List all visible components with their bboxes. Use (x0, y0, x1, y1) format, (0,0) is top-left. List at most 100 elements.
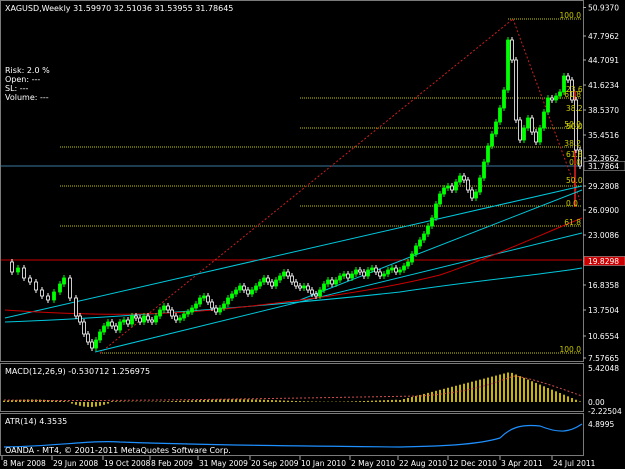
candle-body (302, 285, 306, 289)
chart-window[interactable]: 50.9370 47.7962 44.7091 41.6234 38.5370 35.45… (0, 0, 625, 469)
price-axis-label: 47.7962 (588, 32, 619, 41)
candle-body (370, 267, 374, 271)
price-axis-label: 13.7504 (588, 306, 619, 315)
candle-body (342, 273, 346, 277)
price-chart[interactable]: 50.9370 47.7962 44.7091 41.6234 38.5370 35.45… (0, 0, 625, 469)
candle-body (114, 325, 118, 331)
candle-body (242, 285, 246, 291)
atr-title: ATR(14) 4.3535 (5, 417, 68, 426)
volume-label: Volume: --- (5, 93, 49, 102)
candle-body (238, 285, 242, 291)
candle-body (450, 185, 454, 191)
candle-body (522, 127, 526, 141)
candle-body (102, 325, 106, 333)
candle-body (206, 295, 210, 303)
candle-body (454, 181, 458, 191)
date-axis-label: 31 May 2009 (199, 459, 248, 468)
candle-body (28, 277, 32, 283)
atr-axis-label: 4.8995 (588, 420, 614, 429)
candle-body (218, 307, 222, 313)
candle-body (10, 261, 14, 273)
macd-axis-label: -2.22504 (588, 407, 622, 416)
candle-body (554, 95, 558, 101)
candle-body (154, 315, 158, 323)
date-axis-label: 3 Apr 2011 (501, 459, 543, 468)
candle-body (470, 189, 474, 199)
candle-body (126, 319, 130, 325)
candle-body (158, 309, 162, 317)
price-axis-label: 50.9370 (588, 4, 619, 13)
candle-body (222, 303, 226, 309)
candle-body (458, 175, 462, 183)
candle-body (418, 239, 422, 247)
candle-body (34, 281, 38, 291)
candle-body (82, 321, 86, 335)
candle-body (40, 289, 44, 297)
candle-body (426, 225, 430, 235)
candle-body (16, 267, 20, 273)
channel-lower-line (94, 232, 583, 353)
candle-body (166, 305, 170, 311)
candle-body (358, 269, 362, 273)
candle-body (306, 285, 310, 291)
candle-body (118, 321, 122, 331)
candle-body (538, 127, 542, 143)
candle-body (350, 273, 354, 279)
price-axis-label: 26.0900 (588, 206, 619, 215)
candle-body (254, 285, 258, 291)
candle-body (338, 275, 342, 281)
price-axis-label: 29.2808 (588, 182, 619, 191)
candle-body (198, 297, 202, 305)
candle-body (178, 317, 182, 321)
candle-body (334, 279, 338, 285)
candle-body (446, 185, 450, 189)
candle-body (378, 271, 382, 277)
candle-body (74, 297, 78, 317)
candle-body (46, 295, 50, 301)
candle-body (58, 283, 62, 293)
candle-body (462, 175, 466, 181)
fib-level-label: 38.2 (564, 139, 581, 148)
candle-body (258, 281, 262, 287)
candle-body (314, 293, 318, 297)
candle-body (486, 145, 490, 163)
price-axis-label: 16.8358 (588, 281, 619, 290)
candle-body (494, 121, 498, 135)
moving-average-red (4, 217, 583, 315)
candle-body (434, 203, 438, 219)
candle-body (262, 277, 266, 283)
candle-body (286, 271, 290, 277)
candle-body (246, 289, 250, 295)
candle-body (482, 161, 486, 179)
candle-body (186, 311, 190, 315)
candle-body (490, 133, 494, 147)
candle-body (210, 301, 214, 309)
fib-red-label: 61.8 (566, 150, 583, 159)
fib-level-label: 100.0 (560, 345, 582, 354)
candle-body (150, 319, 154, 323)
price-axis-label: 35.4516 (588, 131, 619, 140)
macd-axis-label: 5.42048 (588, 364, 619, 373)
candle-body (170, 309, 174, 317)
candle-body (414, 245, 418, 255)
fib-red-label: 50.0 (566, 122, 583, 131)
fib-red-label: 38.2 (566, 104, 583, 113)
candle-body (142, 315, 146, 323)
candle-body (130, 315, 134, 325)
candle-body (390, 267, 394, 271)
date-axis-label: 10 Jan 2010 (301, 459, 346, 468)
candle-body (542, 111, 546, 129)
candle-body (466, 179, 470, 191)
date-axis-label: 2 May 2010 (351, 459, 395, 468)
candle-body (498, 107, 502, 123)
main-panel-border (0, 0, 584, 362)
candle-body (534, 131, 538, 143)
symbol-header: XAGUSD,Weekly 31.59970 32.51036 31.53955… (5, 4, 234, 13)
candle-body (138, 317, 142, 323)
date-axis-label: 19 Oct 2008 (104, 459, 151, 468)
candle-body (214, 307, 218, 313)
candle-body (250, 289, 254, 295)
candle-body (294, 281, 298, 287)
candle-body (78, 315, 82, 323)
date-axis-label: 8 Mar 2008 (3, 459, 46, 468)
